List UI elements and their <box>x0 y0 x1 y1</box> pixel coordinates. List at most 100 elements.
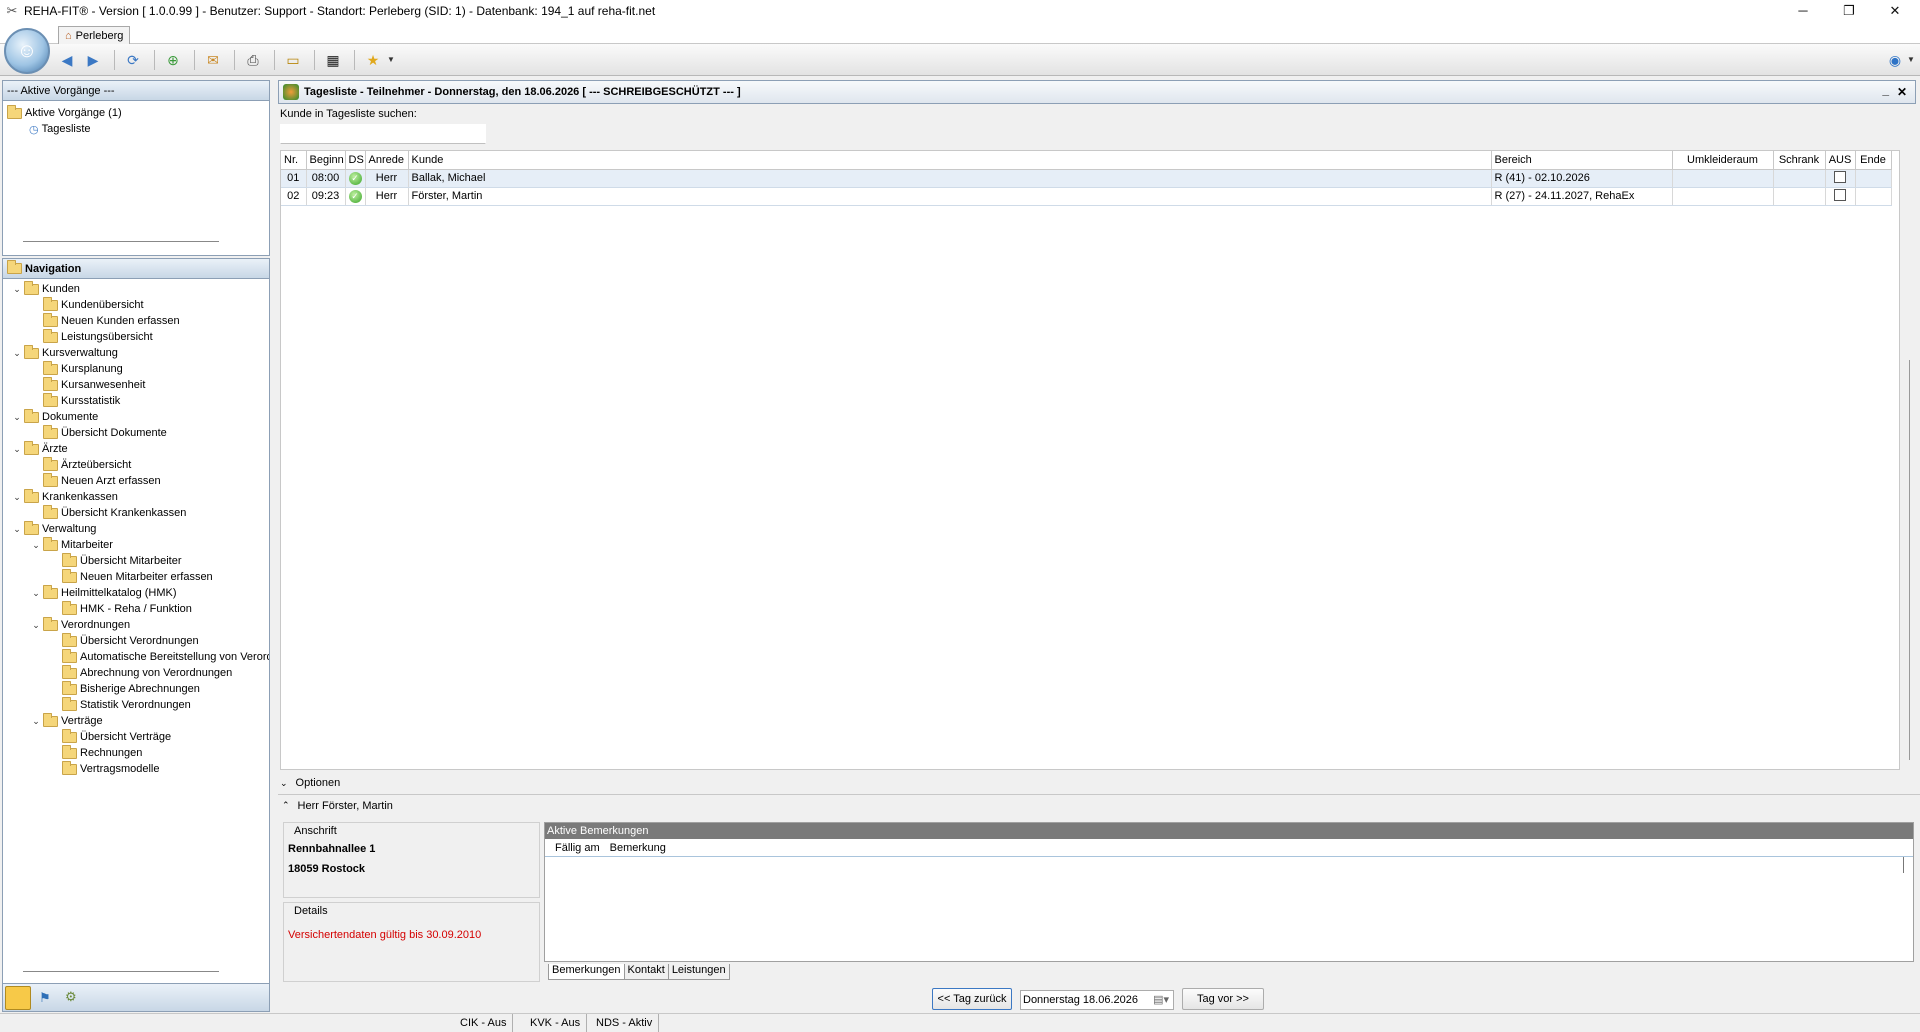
favorites-dropdown-icon[interactable]: ▼ <box>380 50 402 70</box>
nav-item[interactable]: Automatische Bereitstellung von Verordnu… <box>49 648 269 665</box>
cell-ende[interactable] <box>1855 169 1892 188</box>
expand-chevron-icon[interactable]: ⌄ <box>30 620 42 631</box>
expand-chevron-icon[interactable]: ⌄ <box>11 524 23 535</box>
nav-item[interactable]: ⌄ Verordnungen <box>30 616 130 633</box>
nav-item[interactable]: ⌄ Verträge <box>30 712 103 729</box>
column-header[interactable]: Ende <box>1855 151 1892 170</box>
nav-item[interactable]: Vertragsmodelle <box>49 760 160 777</box>
nav-item[interactable]: Bisherige Abrechnungen <box>49 680 200 697</box>
search-input[interactable] <box>280 124 486 144</box>
remarks-col-remark[interactable]: Bemerkung <box>610 842 666 854</box>
nav-item[interactable]: Neuen Arzt erfassen <box>30 472 161 489</box>
nav-item[interactable]: ⌄ Ärzte <box>11 440 68 457</box>
nav-item[interactable]: ⌄ Mitarbeiter <box>30 536 113 553</box>
active-task-tagesliste[interactable]: ◷ Tagesliste <box>29 121 91 137</box>
flag-icon[interactable]: ⚑ <box>39 990 51 1006</box>
cell-ds[interactable]: ✓ <box>345 169 366 188</box>
expand-chevron-icon[interactable]: ⌄ <box>30 716 42 727</box>
nav-item[interactable]: Ärzteübersicht <box>30 456 131 473</box>
nav-item[interactable]: Übersicht Dokumente <box>30 424 167 441</box>
cell-schrank[interactable] <box>1773 169 1826 188</box>
optionen-toggle[interactable]: ⌄ Optionen <box>280 774 340 792</box>
nav-item[interactable]: Übersicht Krankenkassen <box>30 504 186 521</box>
calendar-dropdown-icon[interactable]: ▤▾ <box>1153 991 1169 1009</box>
message-icon[interactable]: ▭ <box>282 50 304 70</box>
next-day-button[interactable]: Tag vor >> <box>1182 988 1264 1010</box>
expand-chevron-icon[interactable]: ⌄ <box>30 540 42 551</box>
nav-item[interactable]: ⌄ Kursverwaltung <box>11 344 118 361</box>
forward-arrow-icon[interactable]: ▶ <box>82 50 104 70</box>
cell-aus[interactable] <box>1825 187 1856 206</box>
cell-anrede[interactable]: Herr <box>365 187 409 206</box>
expand-chevron-icon[interactable]: ⌄ <box>11 492 23 503</box>
remarks-col-due[interactable]: Fällig am <box>555 842 600 854</box>
column-header[interactable]: Umkleideraum <box>1672 151 1774 170</box>
date-picker[interactable]: Donnerstag 18.06.2026 ▤▾ <box>1020 990 1174 1010</box>
mail-icon[interactable]: ✉ <box>202 50 224 70</box>
nav-item[interactable]: Kursstatistik <box>30 392 120 409</box>
column-header[interactable]: Beginn <box>306 151 346 170</box>
close-button[interactable]: ✕ <box>1872 0 1918 22</box>
nav-item[interactable]: Statistik Verordnungen <box>49 696 191 713</box>
nav-item[interactable]: Kursplanung <box>30 360 123 377</box>
column-header[interactable]: AUS <box>1825 151 1856 170</box>
active-tasks-root[interactable]: Aktive Vorgänge (1) <box>7 104 122 121</box>
customer-details-toggle[interactable]: ⌃ Herr Förster, Martin <box>278 794 1920 816</box>
cell-schrank[interactable] <box>1773 187 1826 206</box>
nav-item[interactable]: ⌄ Krankenkassen <box>11 488 118 505</box>
help-dropdown-icon[interactable]: ▼ <box>1900 50 1920 70</box>
nav-item[interactable]: Neuen Mitarbeiter erfassen <box>49 568 213 585</box>
app-menu-orb[interactable]: ☺ <box>4 28 50 74</box>
tab-leistungen[interactable]: Leistungen <box>668 964 730 980</box>
column-header[interactable]: Kunde <box>408 151 1492 170</box>
table-row[interactable]: 01 08:00 ✓ Herr Ballak, Michael R (41) - 02.1… <box>281 169 1892 188</box>
cell-umkleideraum[interactable] <box>1672 169 1774 188</box>
cell-anrede[interactable]: Herr <box>365 169 409 188</box>
minimize-panel-button[interactable]: _ <box>1882 83 1889 97</box>
nav-item[interactable]: HMK - Reha / Funktion <box>49 600 192 617</box>
column-header[interactable]: Bereich <box>1491 151 1673 170</box>
table-row[interactable]: 02 09:23 ✓ Herr Förster, Martin R (27) - 24.1… <box>281 187 1892 206</box>
expand-chevron-icon[interactable]: ⌄ <box>11 284 23 295</box>
nav-item[interactable]: Rechnungen <box>49 744 142 761</box>
tab-bemerkungen[interactable]: Bemerkungen <box>548 964 625 980</box>
cell-ds[interactable]: ✓ <box>345 187 366 206</box>
expand-chevron-icon[interactable]: ⌄ <box>11 348 23 359</box>
nav-item[interactable]: ⌄ Kunden <box>11 281 80 297</box>
nav-item[interactable]: Neuen Kunden erfassen <box>30 312 180 329</box>
nav-item[interactable]: ⌄ Heilmittelkatalog (HMK) <box>30 584 177 601</box>
nav-item[interactable]: Kundenübersicht <box>30 296 144 313</box>
cell-bereich[interactable]: R (27) - 24.11.2027, RehaEx <box>1491 187 1673 206</box>
close-panel-button[interactable]: ✕ <box>1897 85 1907 99</box>
nav-item[interactable]: Abrechnung von Verordnungen <box>49 664 232 681</box>
nav-item[interactable]: Übersicht Verträge <box>49 728 171 745</box>
expand-chevron-icon[interactable]: ⌄ <box>30 588 42 599</box>
tab-perleberg[interactable]: ⌂ Perleberg <box>58 26 131 45</box>
previous-day-button[interactable]: << Tag zurück <box>932 988 1012 1010</box>
remarks-scrollbar[interactable] <box>1903 857 1904 873</box>
column-header[interactable]: Schrank <box>1773 151 1826 170</box>
users-icon[interactable]: ⚙ <box>65 989 77 1005</box>
qr-code-icon[interactable]: ▦ <box>322 50 344 70</box>
cell-ende[interactable] <box>1855 187 1892 206</box>
nav-item[interactable]: Übersicht Mitarbeiter <box>49 552 181 569</box>
column-header[interactable]: Anrede <box>365 151 409 170</box>
aus-checkbox[interactable] <box>1834 170 1846 183</box>
back-arrow-icon[interactable]: ◀ <box>56 50 78 70</box>
pane-scrollbar[interactable] <box>23 971 219 972</box>
expand-chevron-icon[interactable]: ⌄ <box>11 412 23 423</box>
cell-aus[interactable] <box>1825 169 1856 188</box>
cell-bereich[interactable]: R (41) - 02.10.2026 <box>1491 169 1673 188</box>
maximize-button[interactable]: ❐ <box>1826 0 1872 22</box>
cell-nr[interactable]: 02 <box>281 187 307 206</box>
print-icon[interactable]: ⎙ <box>242 50 264 70</box>
cell-beginn[interactable]: 09:23 <box>306 187 346 206</box>
nav-item[interactable]: Übersicht Verordnungen <box>49 632 199 649</box>
nav-item[interactable]: Leistungsübersicht <box>30 328 153 345</box>
column-header[interactable]: DS <box>345 151 366 170</box>
cell-umkleideraum[interactable] <box>1672 187 1774 206</box>
minimize-button[interactable]: ─ <box>1780 0 1826 22</box>
refresh-icon[interactable]: ⟳ <box>122 50 144 70</box>
folder-view-icon[interactable] <box>5 986 31 1010</box>
grid-scrollbar[interactable] <box>1906 150 1918 770</box>
